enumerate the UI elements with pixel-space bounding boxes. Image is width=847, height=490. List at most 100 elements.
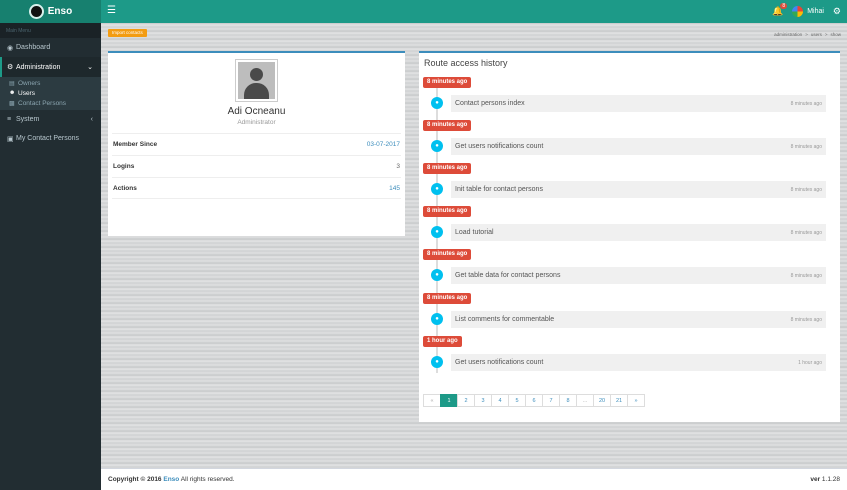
timeline-item-time: 8 minutes ago [790,316,822,323]
footer-version: ver 1.1.28 [810,476,840,483]
stat-actions: Actions 145 [112,177,401,199]
dashboard-icon: ◉ [7,44,14,52]
breadcrumb-separator-icon: > [805,32,808,37]
timeline-item: Init table for contact persons 8 minutes… [451,181,826,198]
footer-copyright: Copyright © 2016 Enso All rights reserve… [108,476,235,483]
app-logo[interactable]: Enso [0,0,101,23]
settings-cogs-icon[interactable]: ⚙ [833,6,841,17]
breadcrumb-item[interactable]: administration [774,32,802,37]
timeline-item-text: Contact persons index [455,100,525,107]
stat-value: 3 [396,163,400,170]
timeline-time-label: 8 minutes ago [423,163,472,174]
administration-submenu: ▤ Owners ☻ Users ▩ Contact Persons [0,77,101,110]
footer-brand-link[interactable]: Enso [163,476,179,483]
sidebar-item-system[interactable]: ≡ System ‹ [0,110,101,129]
sliders-icon: ≡ [7,116,12,123]
page-button[interactable]: 5 [508,394,526,407]
stat-value: 03-07-2017 [366,141,400,148]
notifications-badge: 8 [780,3,788,9]
sidebar: Main Menu ◉ Dashboard ⚙ Administration ⌄… [0,23,101,490]
page-button[interactable]: 7 [542,394,560,407]
table-icon: ▤ [9,80,15,87]
sidebar-subitem-label: Users [18,89,35,97]
page-button[interactable]: 2 [457,394,475,407]
timeline-item-text: Init table for contact persons [455,186,543,193]
bell-icon: ● [431,140,443,152]
timeline-item-time: 8 minutes ago [790,143,822,150]
bell-icon: ● [431,356,443,368]
timeline-item-time: 8 minutes ago [790,229,822,236]
timeline-item: Get users notifications count 8 minutes … [451,138,826,155]
sidebar-item-label: My Contact Persons [16,135,80,142]
timeline-time-label: 1 hour ago [423,336,462,347]
sidebar-subitem-label: Contact Persons [18,99,67,107]
breadcrumb-item: show [830,32,841,37]
page-button[interactable]: 21 [610,394,628,407]
logo-mark-icon [28,4,44,19]
sidebar-item-label: Dashboard [16,44,51,51]
sidebar-subitem-owners[interactable]: ▤ Owners [0,78,101,88]
timeline-item: Contact persons index 8 minutes ago [451,95,826,112]
timeline-item-text: Get users notifications count [455,143,544,150]
user-name: Mihai [807,8,824,15]
address-card-icon: ▩ [9,100,15,107]
profile-role: Administrator [237,119,276,126]
user-menu[interactable]: Mihai [792,6,824,17]
sidebar-subitem-label: Owners [18,79,41,87]
stat-value: 145 [389,184,400,192]
route-history-card: Route access history 8 minutes ago ● Con… [419,51,840,422]
stat-label: Actions [113,184,137,192]
timeline-item-time: 8 minutes ago [790,100,822,107]
stat-member-since: Member Since 03-07-2017 [112,133,401,155]
stat-label: Logins [113,163,135,170]
sidebar-subitem-users[interactable]: ☻ Users [0,88,101,98]
content-area: Import contacts administration > users >… [101,23,847,468]
user-avatar [792,6,804,17]
sidebar-item-dashboard[interactable]: ◉ Dashboard [0,38,101,57]
logo-text: Enso [47,6,73,17]
breadcrumb: administration > users > show [774,32,841,37]
page-prev-button[interactable]: « [423,394,441,407]
profile-card: Adi Ocneanu Administrator Member Since 0… [108,51,405,236]
sidebar-item-label: Administration [16,63,61,71]
timeline-item-time: 8 minutes ago [790,272,822,279]
bell-icon: ● [431,226,443,238]
bell-icon: ● [431,313,443,325]
timeline-item: Get users notifications count 1 hour ago [451,354,826,371]
page-button[interactable]: 1 [440,394,458,407]
sidebar-item-label: System [16,116,40,123]
top-navbar: Enso ☰ 🔔 8 Mihai ⚙ [0,0,847,23]
cogs-icon: ⚙ [7,64,14,71]
timeline-item-time: 8 minutes ago [790,186,822,193]
page-button[interactable]: 6 [525,394,543,407]
sidebar-subitem-contact-persons[interactable]: ▩ Contact Persons [0,98,101,108]
page-button[interactable]: 20 [593,394,611,407]
timeline-item-text: List comments for commentable [455,316,555,323]
profile-avatar [235,59,278,102]
timeline-item: Load tutorial 8 minutes ago [451,224,826,241]
sidebar-toggle-button[interactable]: ☰ [107,5,116,17]
bell-icon: ● [431,97,443,109]
sidebar-item-my-contact-persons[interactable]: ▣ My Contact Persons [0,129,101,148]
sidebar-item-administration[interactable]: ⚙ Administration ⌄ [0,57,101,77]
timeline-time-label: 8 minutes ago [423,206,472,217]
timeline-item-time: 1 hour ago [798,359,822,366]
timeline-item: Get table data for contact persons 8 min… [451,267,826,284]
bell-icon: ● [431,183,443,195]
version-number: 1.1.28 [821,476,840,483]
page-button[interactable]: 8 [559,394,577,407]
page-next-button[interactable]: » [627,394,645,407]
stat-logins: Logins 3 [112,155,401,177]
address-book-icon: ▣ [7,135,14,143]
timeline-item: List comments for commentable 8 minutes … [451,311,826,328]
profile-name: Adi Ocneanu [227,106,286,117]
breadcrumb-item[interactable]: users [811,32,822,37]
breadcrumb-separator-icon: > [824,32,828,37]
page-button[interactable]: 3 [474,394,492,407]
sidebar-header: Main Menu [0,23,101,38]
page-button[interactable]: 4 [491,394,509,407]
notifications-button[interactable]: 🔔 8 [772,3,788,17]
timeline-item-text: Get users notifications count [455,359,544,366]
timeline-item-text: Load tutorial [455,229,494,236]
import-contacts-button[interactable]: Import contacts [108,29,147,37]
